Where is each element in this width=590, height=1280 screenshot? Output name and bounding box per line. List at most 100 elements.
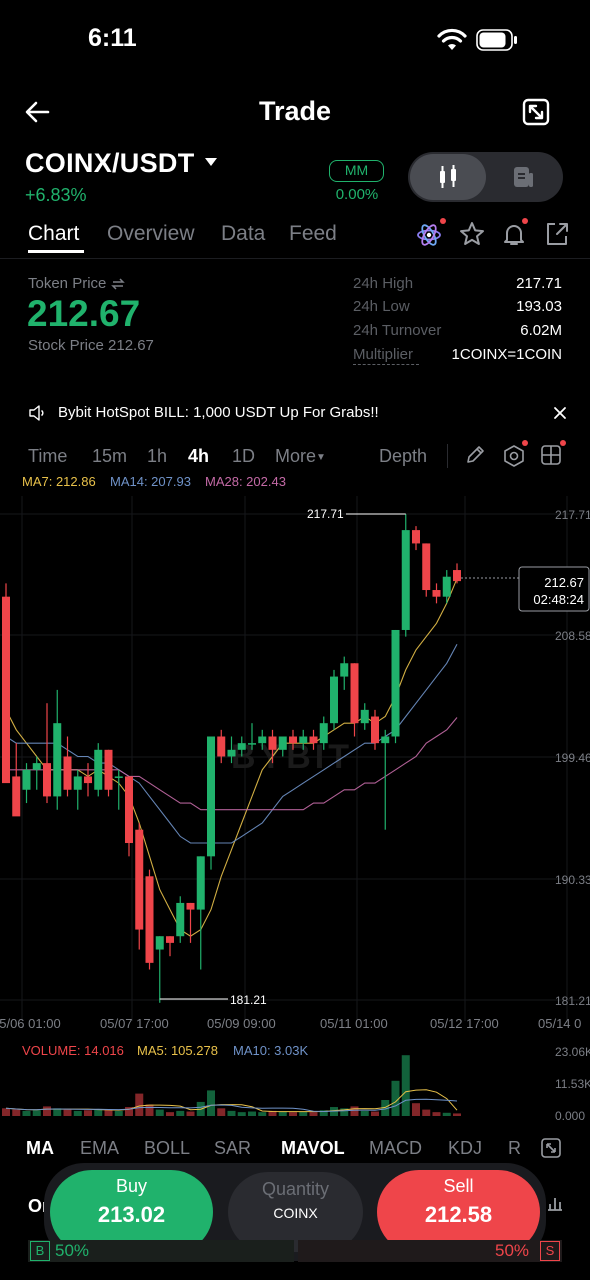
ma10-legend: MA10: 3.03K <box>233 1043 309 1058</box>
tab-chart[interactable]: Chart <box>28 222 79 246</box>
candle-body <box>422 543 431 591</box>
battery-icon <box>476 29 517 51</box>
tab-overview[interactable]: Overview <box>107 222 195 246</box>
candle-body <box>2 596 10 784</box>
candlestick-chart[interactable]: BYBIT217.71208.58199.46190.33181.21217.7… <box>0 496 590 1121</box>
volume-bar <box>63 1109 72 1116</box>
candle-body <box>412 530 420 544</box>
volume-bar <box>248 1111 256 1116</box>
settings-hex-icon[interactable] <box>502 444 526 468</box>
price-axis-label: 208.58 <box>555 629 590 643</box>
tab-data[interactable]: Data <box>221 222 265 246</box>
volume-bar <box>73 1110 82 1116</box>
interval-4h[interactable]: 4h <box>188 446 209 467</box>
quantity-unit: COINX <box>273 1205 318 1221</box>
volume-bar <box>360 1110 369 1116</box>
swap-icon[interactable] <box>110 278 125 290</box>
candle-body <box>258 736 267 744</box>
candle-body <box>176 902 185 937</box>
indicator-macd[interactable]: MACD <box>369 1138 422 1159</box>
mm-value: 0.00% <box>335 186 379 203</box>
indicator-mavol[interactable]: MAVOL <box>281 1138 345 1159</box>
volume-bar <box>166 1112 174 1116</box>
mm-badge[interactable]: MM <box>329 160 384 182</box>
candle-body <box>442 576 451 597</box>
indicator-sar[interactable]: SAR <box>214 1138 251 1159</box>
stat-label-multiplier[interactable]: Multiplier <box>353 346 413 363</box>
tab-feed[interactable]: Feed <box>289 222 337 246</box>
sell-label: Sell <box>443 1176 474 1196</box>
notification-dot <box>560 440 566 446</box>
volume-bar <box>145 1104 154 1116</box>
token-price-value: 212.67 <box>27 293 141 334</box>
time-axis-label: 05/14 0 <box>538 1016 581 1031</box>
candle-body <box>12 776 21 817</box>
current-price-label: 212.67 <box>544 575 584 590</box>
stat-label-turnover: 24h Turnover <box>353 322 442 339</box>
bar-chart-icon[interactable] <box>546 1194 564 1212</box>
candlestick-icon[interactable] <box>436 163 460 191</box>
stat-value-multiplier: 1COINX=1COIN <box>451 346 562 363</box>
volume-bar <box>442 1112 451 1116</box>
price-axis-label: 217.71 <box>555 508 590 522</box>
price-axis-label: 190.33 <box>555 873 590 887</box>
pair-name[interactable]: COINX/USDT <box>25 148 195 179</box>
candle-body <box>155 936 164 950</box>
price-axis-label: 199.46 <box>555 751 590 765</box>
volume-bar <box>391 1080 400 1116</box>
indicator-boll[interactable]: BOLL <box>144 1138 190 1159</box>
candle-body <box>268 736 277 750</box>
volume-bar <box>237 1112 246 1116</box>
sell-ratio: 50% <box>495 1241 530 1260</box>
pencil-icon[interactable] <box>464 444 486 466</box>
candle-body <box>278 736 287 750</box>
orderbook-icon[interactable] <box>512 165 534 189</box>
share-icon[interactable] <box>543 220 571 248</box>
volume-bar <box>432 1112 441 1116</box>
interval-1h[interactable]: 1h <box>147 446 167 467</box>
candle-body <box>330 676 338 724</box>
indicator-ema[interactable]: EMA <box>80 1138 119 1159</box>
indicator-ma[interactable]: MA <box>26 1138 54 1159</box>
volume-bar <box>176 1110 185 1116</box>
candle-body <box>207 736 215 857</box>
candle-body <box>125 776 133 844</box>
interval-more[interactable]: More▼ <box>275 446 326 467</box>
volume-bar <box>217 1108 226 1116</box>
indicator-more[interactable]: R <box>508 1138 521 1159</box>
stat-value-low: 193.03 <box>516 298 562 315</box>
buy-label: Buy <box>115 1176 148 1196</box>
high-marker-label: 217.71 <box>307 507 344 521</box>
close-icon[interactable] <box>553 406 567 420</box>
star-icon[interactable] <box>458 220 486 248</box>
buy-ratio-badge: B <box>30 1241 50 1261</box>
indicator-kdj[interactable]: KDJ <box>448 1138 482 1159</box>
candle-body <box>186 902 195 910</box>
ai-atom-icon[interactable] <box>416 220 444 248</box>
candle-body <box>166 936 174 943</box>
candle-body <box>401 530 410 630</box>
bell-icon[interactable] <box>500 220 528 248</box>
expand-icon[interactable] <box>520 96 552 128</box>
volume-bar <box>350 1106 359 1116</box>
volume-ma5-line <box>5 1089 458 1113</box>
depth-tab[interactable]: Depth <box>379 446 427 467</box>
volume-bar <box>114 1110 123 1116</box>
candle-body <box>63 756 72 790</box>
volume-bar <box>2 1108 10 1116</box>
interval-time[interactable]: Time <box>28 446 67 467</box>
layout-grid-icon[interactable] <box>540 444 562 466</box>
interval-15m[interactable]: 15m <box>92 446 127 467</box>
stat-label-high: 24h High <box>353 275 414 292</box>
interval-1d[interactable]: 1D <box>232 446 255 467</box>
announcement-text[interactable]: Bybit HotSpot BILL: 1,000 USDT Up For Gr… <box>58 404 379 421</box>
time-axis-label: 05/11 01:00 <box>320 1016 388 1031</box>
candle-body <box>350 663 359 724</box>
volume-bar <box>155 1109 164 1116</box>
candle-body <box>84 776 92 784</box>
candle-body <box>391 629 400 737</box>
caret-down-icon[interactable] <box>204 157 218 167</box>
token-price-label: Token Price <box>28 275 125 292</box>
candle-body <box>371 716 379 744</box>
fullscreen-icon[interactable] <box>540 1137 562 1159</box>
